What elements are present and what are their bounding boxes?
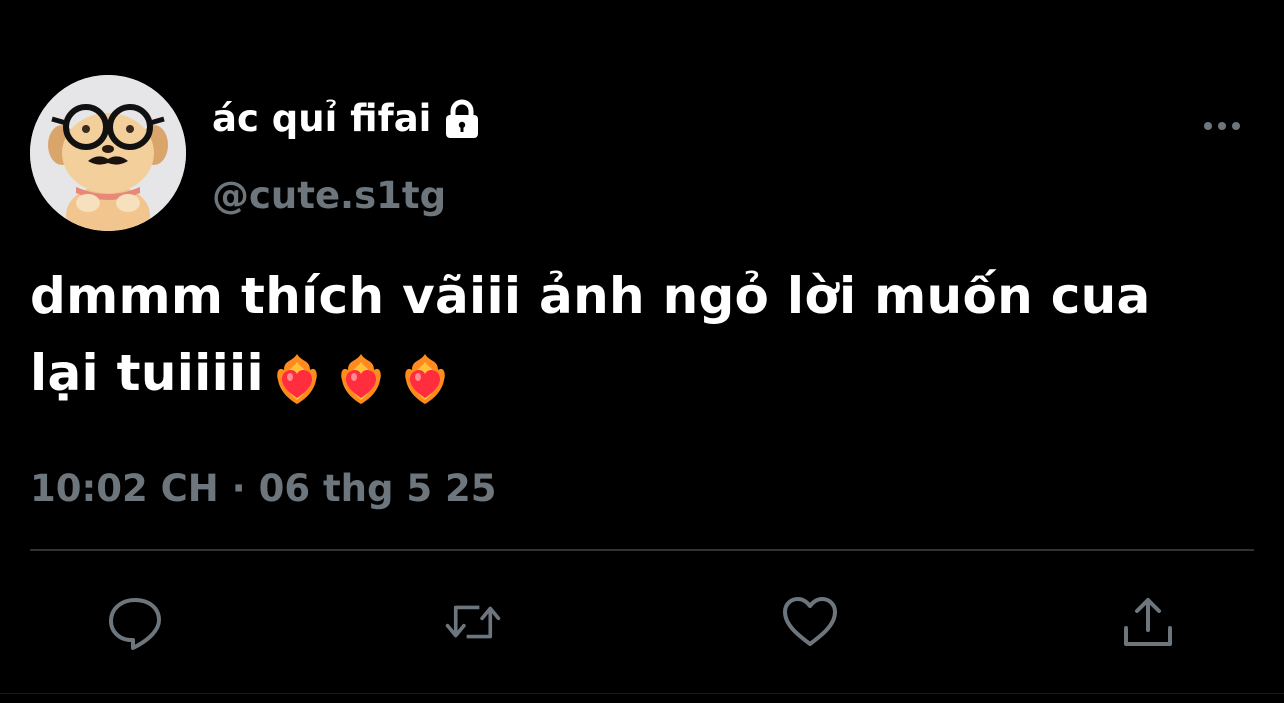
tweet-timestamp[interactable]: 10:02 CH · 06 thg 5 25	[30, 462, 496, 516]
heart-icon	[783, 597, 837, 646]
bottom-divider	[0, 693, 1284, 694]
reply-icon	[109, 598, 161, 650]
emoji-row	[268, 348, 460, 406]
share-button[interactable]	[1118, 592, 1178, 652]
heart-on-fire-icon	[332, 348, 390, 406]
heart-on-fire-icon	[268, 348, 326, 406]
tweet-text-line-1: dmmm thích vãiii ảnh ngỏ lời muốn cua	[30, 267, 1151, 325]
action-bar	[0, 592, 1284, 652]
retweet-icon	[445, 605, 501, 639]
avatar[interactable]	[30, 75, 186, 231]
share-icon	[1124, 598, 1172, 646]
tweet-text: dmmm thích vãiii ảnh ngỏ lời muốn cua lạ…	[30, 258, 1270, 412]
display-name[interactable]: ác quỉ fifai	[212, 94, 485, 144]
more-icon[interactable]	[1198, 112, 1246, 140]
like-button[interactable]	[780, 592, 840, 652]
retweet-button[interactable]	[443, 592, 503, 652]
avatar-image	[30, 75, 186, 231]
user-handle[interactable]: @cute.s1tg	[212, 171, 446, 221]
tweet-detail: ác quỉ fifai @cute.s1tg dmmm thích vãiii…	[0, 0, 1284, 703]
tweet-text-line-2-text: lại tuiiiii	[30, 344, 264, 402]
lock-icon	[439, 96, 485, 142]
heart-on-fire-icon	[396, 348, 454, 406]
reply-button[interactable]	[105, 592, 165, 652]
display-name-text: ác quỉ fifai	[212, 97, 432, 140]
tweet-text-line-2: lại tuiiiii	[30, 335, 1270, 412]
divider	[30, 549, 1254, 551]
